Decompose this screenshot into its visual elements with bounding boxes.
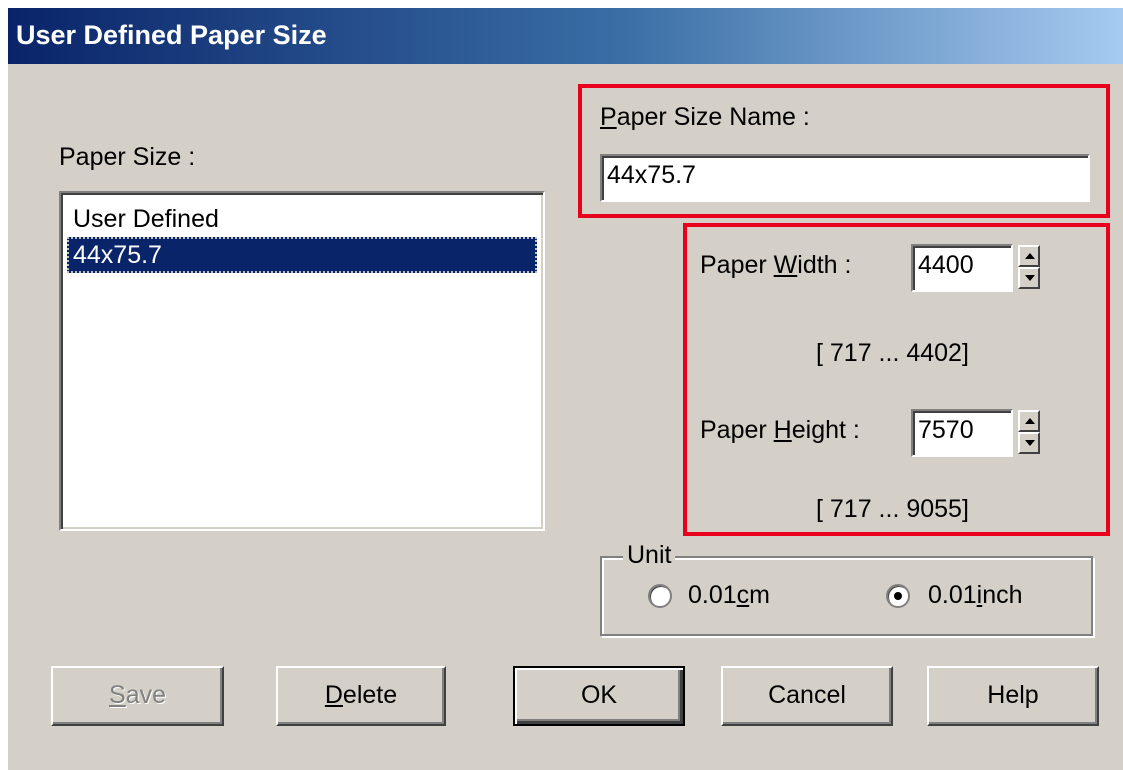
delete-button[interactable]: Delete [276,666,446,726]
ok-button[interactable]: OK [513,666,685,726]
save-button[interactable]: Save [51,666,224,726]
paper-size-list[interactable]: User Defined 44x75.7 [59,191,545,531]
highlight-name-box [578,84,1110,218]
radio-selected-dot [894,592,902,600]
unit-inch-radio[interactable] [886,584,910,608]
unit-inch-label[interactable]: 0.01inch [928,581,1023,610]
list-item[interactable]: User Defined [67,201,537,237]
list-item-selected[interactable]: 44x75.7 [67,237,537,273]
paper-size-label: Paper Size : [59,143,196,171]
dialog-title: User Defined Paper Size [16,20,327,50]
unit-cm-radio[interactable] [648,584,672,608]
title-bar[interactable]: User Defined Paper Size [8,8,1123,64]
paper-size-dialog: User Defined Paper Size Paper Size : Use… [8,8,1123,770]
unit-label: Unit [623,541,676,570]
cancel-button[interactable]: Cancel [721,666,893,726]
unit-cm-label[interactable]: 0.01cm [688,581,770,610]
highlight-dimensions-box [683,223,1110,536]
help-button[interactable]: Help [927,666,1099,726]
